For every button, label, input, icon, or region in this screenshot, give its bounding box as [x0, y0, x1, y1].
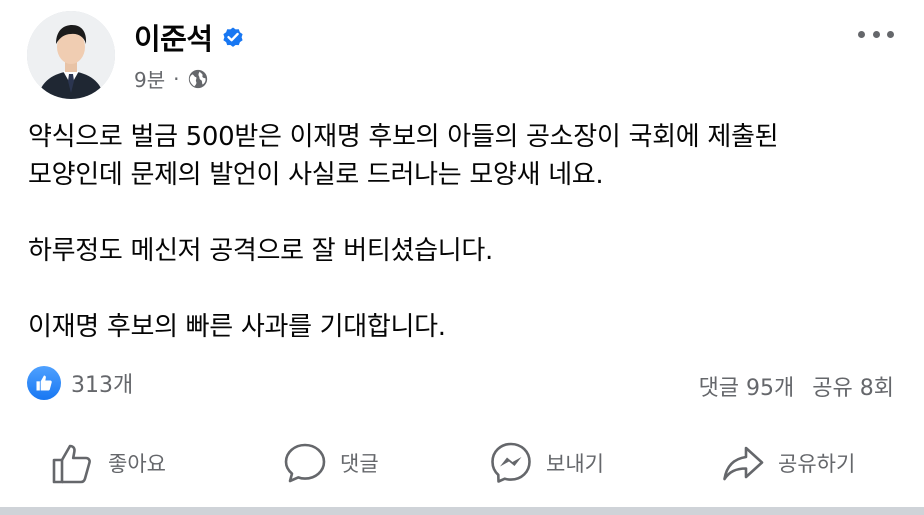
profile-photo [27, 11, 115, 99]
post-line: 모양인데 문제의 발언이 사실로 드러나는 모양새 네요. [28, 160, 604, 190]
send-label: 보내기 [546, 452, 604, 476]
post-header: 이준석 [134, 16, 245, 58]
share-button[interactable]: 공유하기 [720, 435, 855, 491]
like-label: 좋아요 [108, 452, 166, 476]
like-button[interactable]: 좋아요 [50, 435, 166, 491]
post-timestamp[interactable]: 9분 [134, 64, 165, 93]
comment-bubble-icon [284, 443, 326, 483]
post-text: 약식으로 벌금 500받은 이재명 후보의 아들의 공소장이 국회에 제출된 모… [28, 118, 898, 346]
share-count[interactable]: 공유 8회 [812, 370, 894, 402]
section-divider [0, 507, 924, 515]
post-line: 이재명 후보의 빠른 사과를 기대합니다. [28, 312, 446, 342]
share-label: 공유하기 [778, 452, 856, 476]
author-name[interactable]: 이준석 [134, 16, 213, 58]
post-line: 약식으로 벌금 500받은 이재명 후보의 아들의 공소장이 국회에 제출된 [28, 122, 779, 152]
more-dot [858, 30, 865, 38]
reaction-summary[interactable]: 313개 [27, 366, 133, 400]
more-options-button[interactable] [858, 24, 894, 44]
messenger-icon [491, 442, 531, 483]
more-dot [887, 30, 894, 38]
more-dot [872, 30, 880, 38]
post-line: 하루정도 메신저 공격으로 잘 버티셨습니다. [28, 236, 493, 266]
comment-count[interactable]: 댓글 95개 [699, 370, 795, 402]
verified-badge-icon [222, 27, 243, 47]
post-meta: 9분 · [134, 64, 209, 93]
globe-icon[interactable] [187, 68, 209, 90]
send-button[interactable]: 보내기 [488, 435, 604, 491]
like-reaction-icon [27, 366, 61, 400]
comment-button[interactable]: 댓글 [282, 435, 379, 491]
engagement-stats: 댓글 95개 공유 8회 [699, 370, 894, 402]
like-count: 313개 [71, 373, 134, 398]
action-bar: 좋아요 댓글 보내기 공유하기 [0, 435, 924, 495]
thumbs-up-icon [52, 444, 91, 484]
share-arrow-icon [723, 446, 764, 481]
author-avatar[interactable] [27, 11, 115, 99]
comment-label: 댓글 [340, 452, 379, 476]
meta-separator: · [173, 66, 180, 91]
